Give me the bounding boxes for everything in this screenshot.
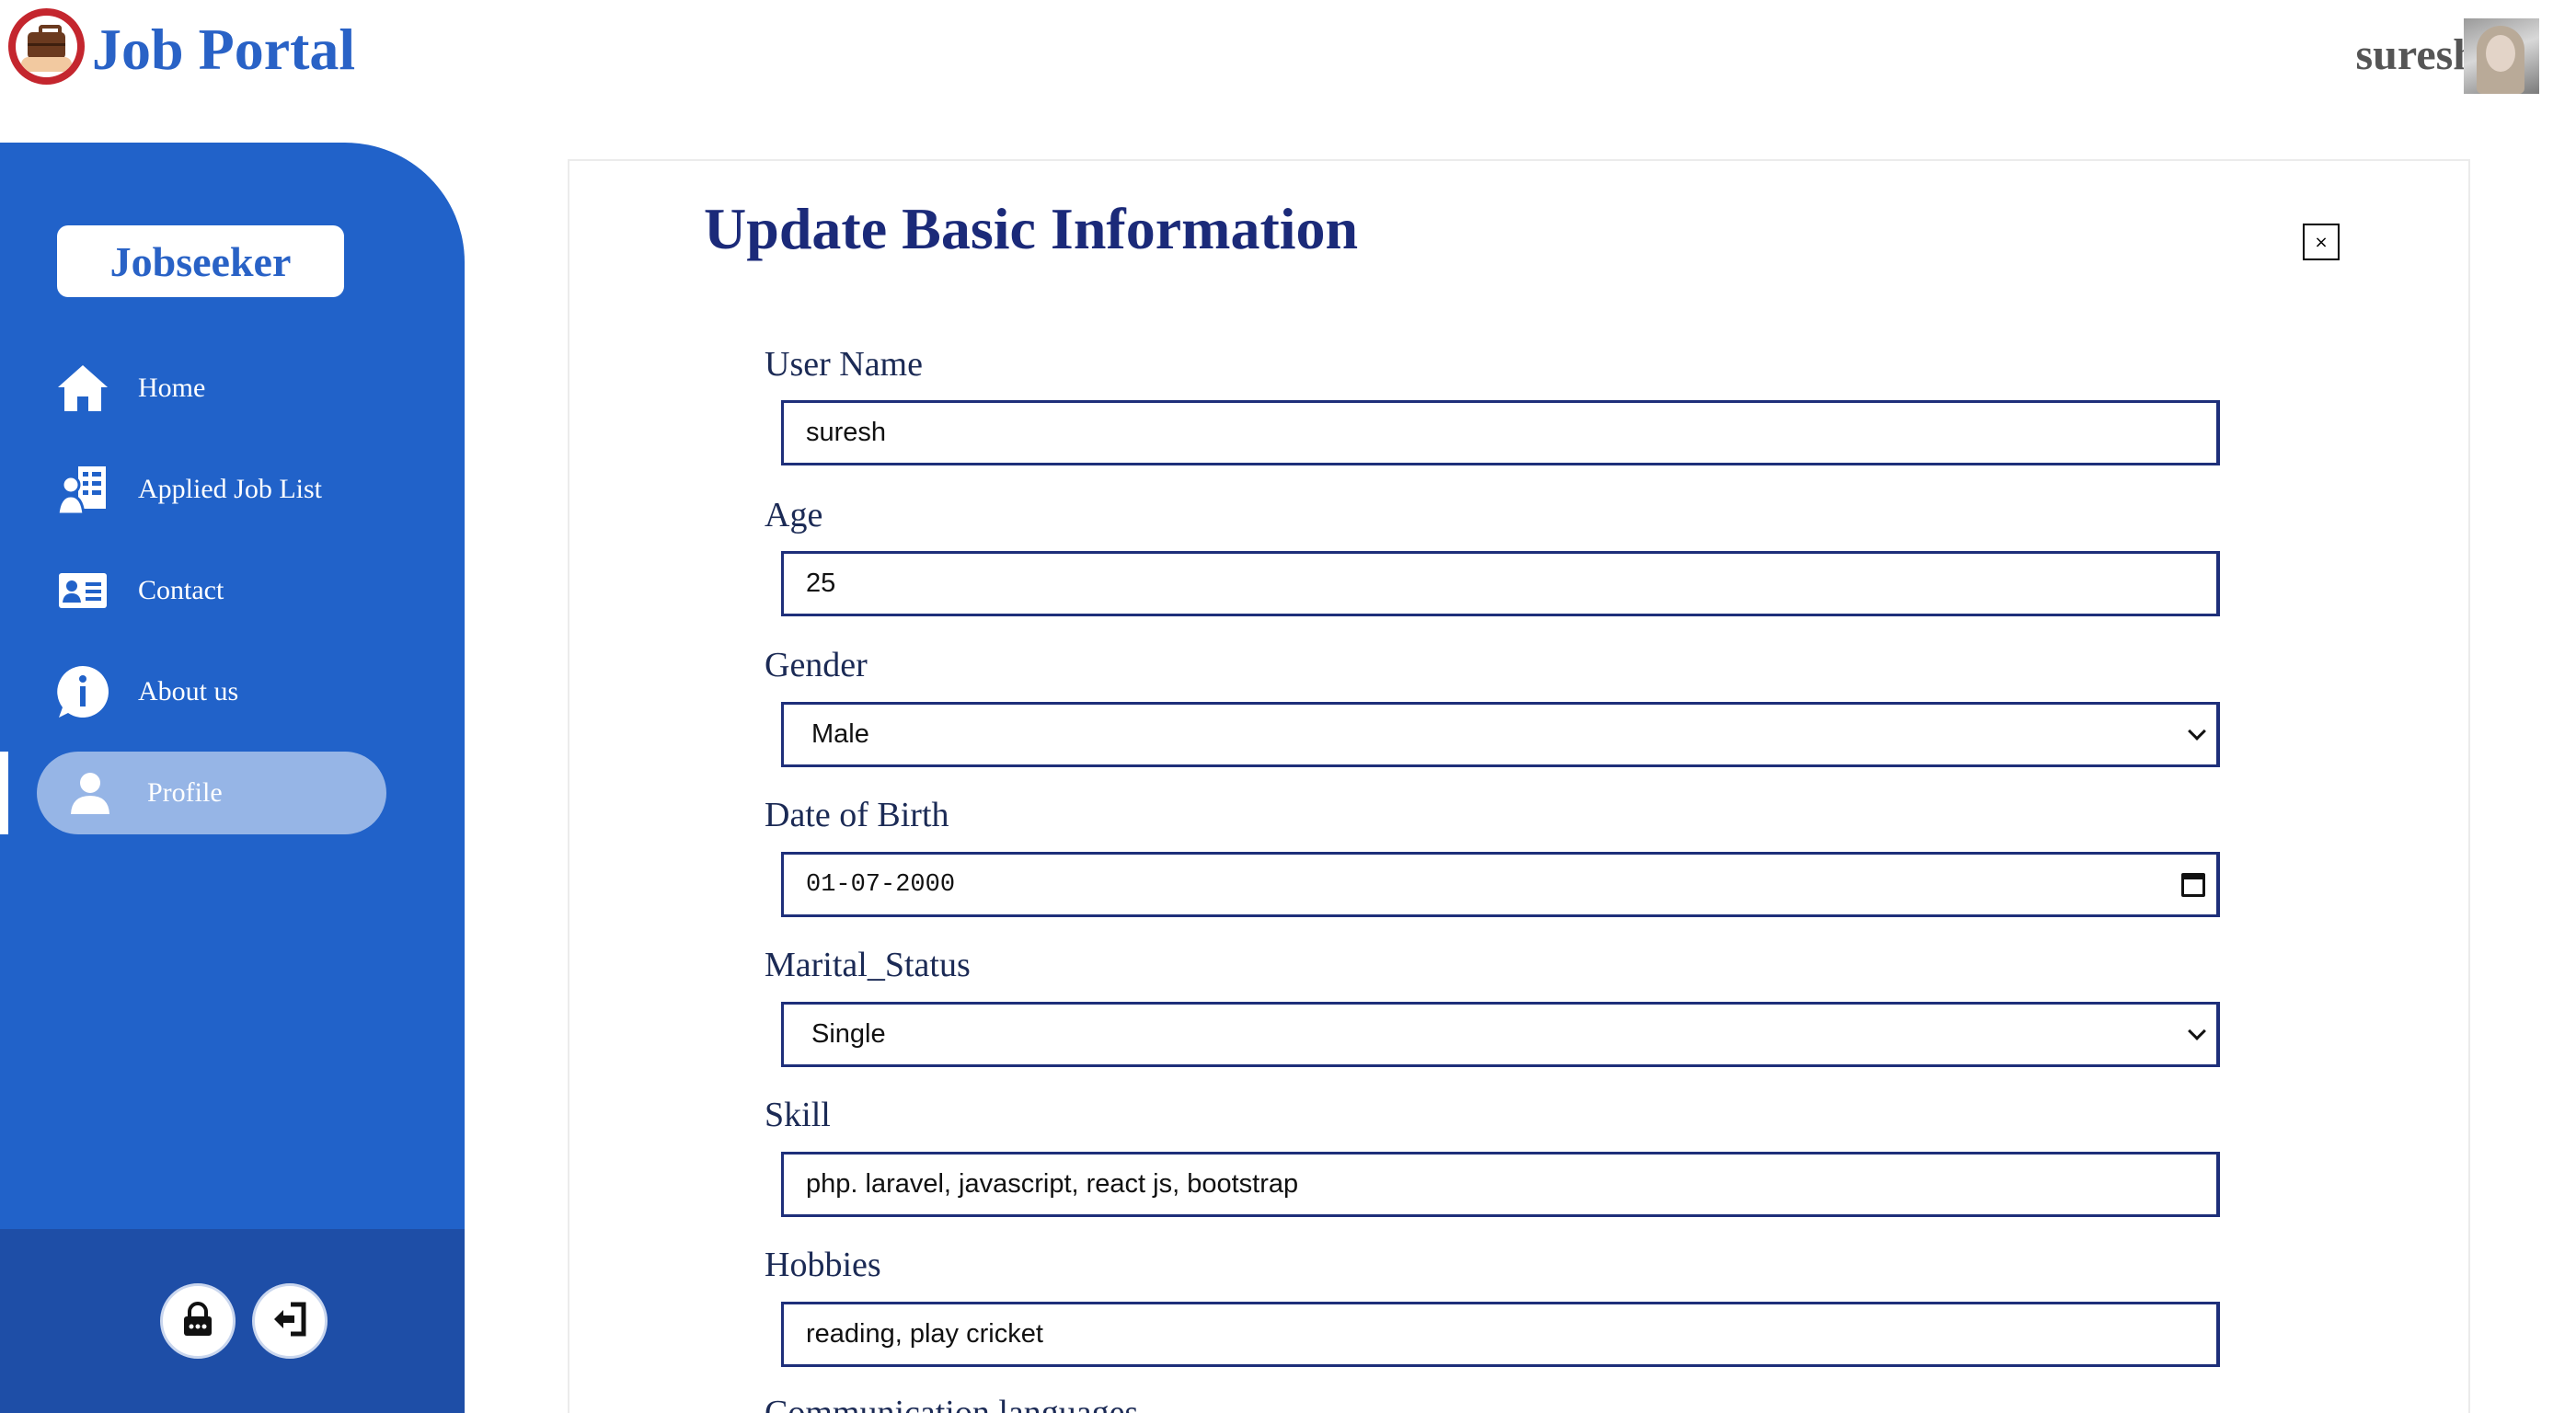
brand-logo [8, 8, 85, 85]
logout-button[interactable] [252, 1283, 328, 1359]
dob-value: 01-07-2000 [806, 870, 956, 899]
chevron-down-icon [2188, 1022, 2206, 1040]
sidebar-item-label: Profile [147, 777, 223, 808]
sidebar: Jobseeker Home Applied Job List Contact … [0, 143, 465, 1413]
user-icon [63, 765, 118, 821]
dob-label: Date of Birth [765, 796, 949, 834]
sidebar-item-profile[interactable]: Profile [0, 752, 465, 834]
close-button[interactable]: × [2303, 224, 2340, 260]
page-title: Update Basic Information [704, 196, 1359, 261]
job-list-icon [55, 462, 110, 517]
sidebar-item-label: Contact [138, 575, 224, 605]
role-badge: Jobseeker [57, 225, 344, 297]
sidebar-item-contact[interactable]: Contact [0, 549, 465, 632]
age-label: Age [765, 496, 823, 534]
info-icon [55, 664, 110, 719]
sidebar-item-about-us[interactable]: About us [0, 650, 465, 733]
sidebar-item-label: Applied Job List [138, 474, 322, 504]
user-name-input[interactable]: suresh [781, 400, 2220, 465]
skill-input[interactable]: php. laravel, javascript, react js, boot… [781, 1152, 2220, 1217]
briefcase-icon [16, 16, 77, 77]
marital-status-select[interactable]: Single [781, 1002, 2220, 1067]
sidebar-item-home[interactable]: Home [0, 347, 465, 430]
home-icon [55, 361, 110, 416]
lock-icon [179, 1301, 216, 1342]
gender-selected-value: Male [811, 719, 869, 749]
avatar[interactable] [2464, 18, 2539, 94]
marital-status-label: Marital_Status [765, 946, 971, 984]
header-user-name[interactable]: suresh [2356, 33, 2478, 77]
calendar-icon[interactable] [2181, 873, 2205, 897]
marital-status-selected-value: Single [811, 1019, 886, 1049]
hobbies-input[interactable]: reading, play cricket [781, 1302, 2220, 1367]
logout-icon [270, 1301, 309, 1342]
sidebar-item-applied-job-list[interactable]: Applied Job List [0, 448, 465, 531]
age-input[interactable]: 25 [781, 551, 2220, 616]
sidebar-item-label: Home [138, 373, 206, 403]
contact-card-icon [55, 563, 110, 618]
update-basic-info-card: Update Basic Information × User Name sur… [568, 159, 2470, 1413]
sidebar-footer [0, 1229, 465, 1413]
gender-label: Gender [765, 646, 868, 684]
sidebar-item-label: About us [138, 676, 239, 706]
chevron-down-icon [2188, 722, 2206, 741]
brand-title[interactable]: Job Portal [92, 20, 355, 79]
communication-languages-label: Communication languages [765, 1394, 1139, 1413]
skill-label: Skill [765, 1096, 831, 1134]
hobbies-label: Hobbies [765, 1246, 881, 1284]
close-icon: × [2314, 232, 2329, 252]
lock-button[interactable] [160, 1283, 236, 1359]
active-indicator [0, 752, 8, 834]
dob-input[interactable]: 01-07-2000 [781, 852, 2220, 917]
user-name-label: User Name [765, 345, 923, 384]
gender-select[interactable]: Male [781, 702, 2220, 767]
